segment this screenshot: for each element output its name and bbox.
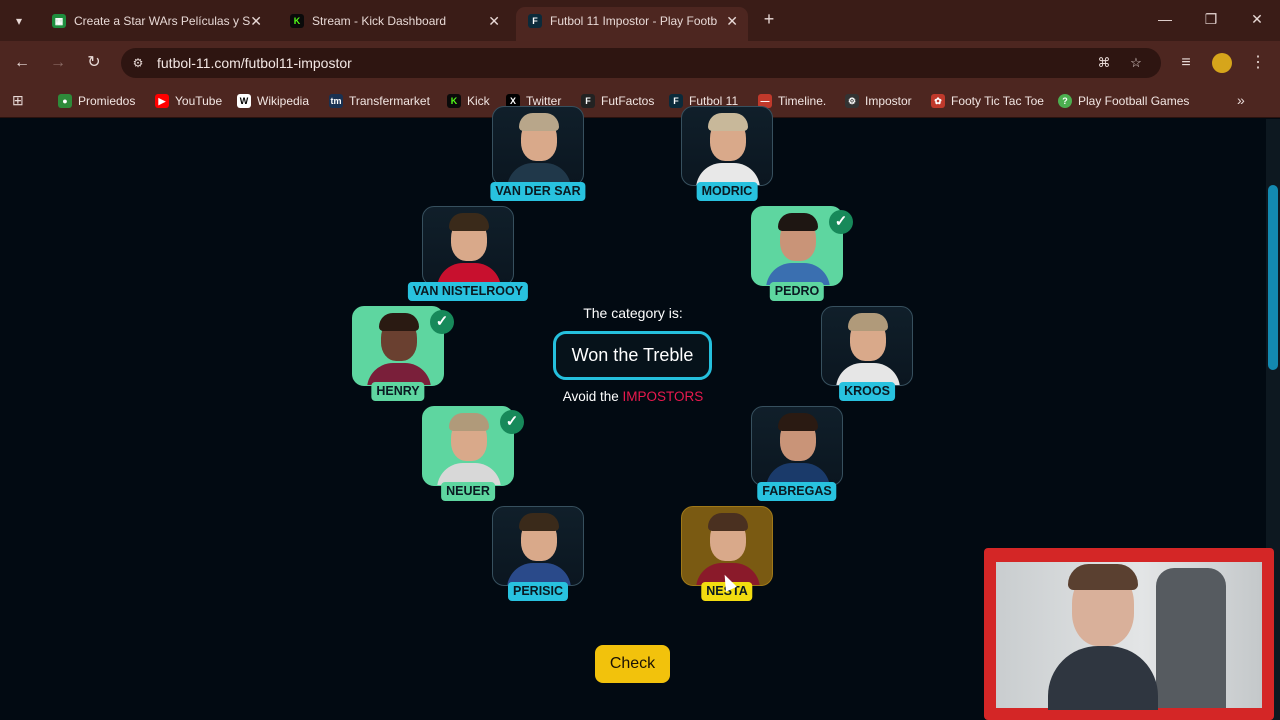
- tab-title: Futbol 11 Impostor - Play Footb: [550, 14, 718, 28]
- bookmark-wikipedia[interactable]: W Wikipedia: [237, 92, 309, 110]
- bookmark-futfactos[interactable]: F FutFactos: [581, 92, 654, 110]
- bookmark-label: FutFactos: [601, 94, 655, 108]
- player-photo: [751, 406, 843, 486]
- player-name: MODRIC: [696, 182, 758, 201]
- scrollbar-thumb[interactable]: [1268, 185, 1278, 370]
- tab-futbol11-impostor[interactable]: F Futbol 11 Impostor - Play Footb ✕: [516, 7, 748, 41]
- bookmark-label: Transfermarket: [349, 94, 430, 108]
- bookmark-youtube[interactable]: ▶ YouTube: [155, 92, 222, 110]
- browser-menu-icon[interactable]: ⋮: [1250, 52, 1266, 74]
- help-icon: ?: [1058, 94, 1072, 108]
- streamer-image: [1048, 564, 1158, 710]
- bookmark-label: Wikipedia: [257, 94, 310, 108]
- correct-check-icon: ✓: [829, 210, 853, 234]
- futfactos-icon: F: [581, 94, 595, 108]
- tab-title: Create a Star WArs Películas y S: [74, 14, 251, 28]
- bookmark-label: Footy Tic Tac Toe: [951, 94, 1044, 108]
- close-tab-icon[interactable]: ✕: [488, 7, 500, 35]
- impostors-word: IMPOSTORS: [622, 389, 704, 404]
- address-bar[interactable]: ⚙ futbol-11.com/futbol11-impostor ⌘ ☆: [121, 48, 1161, 78]
- youtube-icon: ▶: [155, 94, 169, 108]
- correct-check-icon: ✓: [430, 310, 454, 334]
- player-photo: [681, 106, 773, 186]
- player-photo: [821, 306, 913, 386]
- tab-title: Stream - Kick Dashboard: [312, 14, 447, 28]
- transfermarkt-icon: tm: [329, 94, 343, 108]
- player-name: PEDRO: [769, 282, 825, 301]
- player-name: VAN NISTELROOY: [407, 282, 529, 301]
- footy-icon: ✿: [931, 94, 945, 108]
- futbol11-icon: F: [669, 94, 683, 108]
- impostor-icon: ⚙: [845, 94, 859, 108]
- player-photo: [422, 206, 514, 286]
- player-name: KROOS: [839, 382, 895, 401]
- url-text[interactable]: futbol-11.com/futbol11-impostor: [157, 48, 352, 78]
- minimize-icon[interactable]: —: [1154, 8, 1176, 30]
- restore-icon[interactable]: ❐: [1200, 8, 1222, 30]
- player-name: FABREGAS: [757, 482, 837, 501]
- bookmark-impostor[interactable]: ⚙ Impostor: [845, 92, 912, 110]
- bookmark-label: Timeline.: [778, 94, 827, 108]
- check-button[interactable]: Check: [595, 645, 670, 683]
- close-window-icon[interactable]: ✕: [1246, 8, 1268, 30]
- more-bookmarks-icon[interactable]: »: [1237, 92, 1245, 108]
- player-name: NEUER: [441, 482, 495, 501]
- wikipedia-icon: W: [237, 94, 251, 108]
- tab-bar: ▾ ▦ Create a Star WArs Películas y S ✕ K…: [0, 0, 1280, 41]
- tab-search-icon[interactable]: ▾: [8, 10, 30, 32]
- correct-check-icon: ✓: [500, 410, 524, 434]
- bookmark-label: Kick: [467, 94, 490, 108]
- sheets-icon: ▦: [52, 14, 66, 28]
- bookmark-label: Play Football Games: [1078, 94, 1190, 108]
- new-tab-icon[interactable]: +: [758, 8, 780, 30]
- bookmark-star-icon[interactable]: ☆: [1127, 54, 1145, 72]
- forward-icon[interactable]: →: [46, 51, 70, 75]
- site-info-icon[interactable]: ⚙: [129, 54, 147, 72]
- avoid-impostors-text: Avoid the IMPOSTORS: [533, 389, 733, 404]
- category-intro: The category is:: [583, 305, 683, 321]
- kick-icon: K: [290, 14, 304, 28]
- bookmark-label: Impostor: [865, 94, 912, 108]
- category-title: Won the Treble: [553, 331, 712, 380]
- back-icon[interactable]: ←: [10, 51, 34, 75]
- kick-icon: K: [447, 94, 461, 108]
- close-tab-icon[interactable]: ✕: [726, 7, 738, 35]
- media-control-icon[interactable]: ≡: [1174, 51, 1198, 75]
- player-photo: [492, 106, 584, 186]
- translate-icon[interactable]: ⌘: [1095, 54, 1113, 72]
- tab-kick-dashboard[interactable]: K Stream - Kick Dashboard ✕: [278, 7, 510, 41]
- bookmark-timeline[interactable]: — Timeline.: [758, 92, 826, 110]
- player-name: HENRY: [371, 382, 425, 401]
- player-name: PERISIC: [507, 582, 569, 601]
- bookmark-play-football-games[interactable]: ? Play Football Games: [1058, 92, 1189, 110]
- bookmark-kick[interactable]: K Kick: [447, 92, 490, 110]
- player-name: VAN DER SAR: [490, 182, 586, 201]
- bookmark-label: YouTube: [175, 94, 223, 108]
- avoid-prefix: Avoid the: [562, 389, 623, 404]
- bookmarks-bar: ● Promiedos ▶ YouTube W Wikipedia tm Transfe…: [0, 84, 1280, 118]
- bookmark-promiedos[interactable]: ● Promiedos: [58, 92, 135, 110]
- bookmark-footy-tic-tac-toe[interactable]: ✿ Footy Tic Tac Toe: [931, 92, 1044, 110]
- bookmark-transfermarket[interactable]: tm Transfermarket: [329, 92, 430, 110]
- bookmark-label: Promiedos: [78, 94, 136, 108]
- close-tab-icon[interactable]: ✕: [250, 7, 262, 35]
- profile-avatar[interactable]: [1212, 53, 1232, 73]
- promiedos-icon: ●: [58, 94, 72, 108]
- player-photo: [492, 506, 584, 586]
- reload-icon[interactable]: ↻: [82, 51, 106, 75]
- futbol11-icon: F: [528, 14, 542, 28]
- webcam-feed: [996, 562, 1262, 710]
- tab-star-wars[interactable]: ▦ Create a Star WArs Películas y S ✕: [40, 7, 272, 41]
- apps-grid-icon[interactable]: ⊞: [12, 92, 28, 108]
